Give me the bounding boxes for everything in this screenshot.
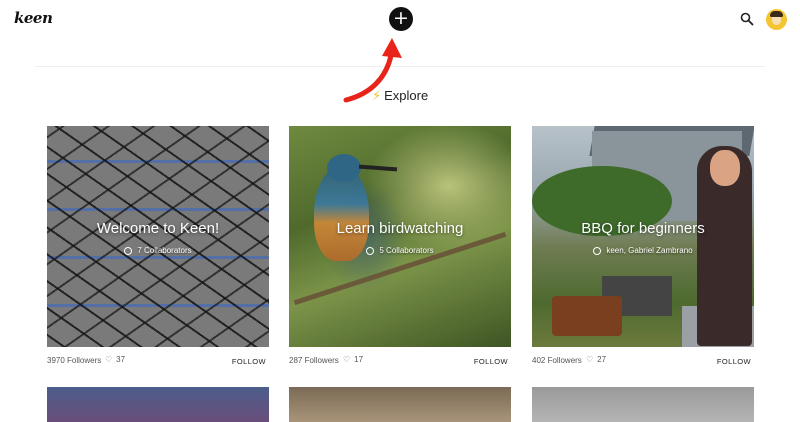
card-collaborators-text: 7 Collaborators xyxy=(137,246,192,255)
search-icon[interactable] xyxy=(740,12,754,26)
diamond-icon: ♡ xyxy=(105,355,113,364)
globe-icon xyxy=(124,246,133,255)
diamond-icon: ♡ xyxy=(586,355,594,364)
card-collaborators: 7 Collaborators xyxy=(124,246,192,255)
collection-card-bbq[interactable]: BBQ for beginners keen, Gabriel Zambrano… xyxy=(532,126,754,372)
globe-icon xyxy=(593,246,602,255)
avatar-hair xyxy=(770,11,783,17)
likes-count: 37 xyxy=(116,355,126,364)
collection-card-image[interactable] xyxy=(532,387,754,422)
card-meta: 3970 Followers ♡ 37 FOLLOW xyxy=(47,350,269,372)
card-image[interactable]: Learn birdwatching 5 Collaborators xyxy=(289,126,511,347)
card-image[interactable]: Welcome to Keen! 7 Collaborators xyxy=(47,126,269,347)
diamond-icon: ♡ xyxy=(343,355,351,364)
explore-heading[interactable]: ⚡ Explore xyxy=(372,88,428,104)
followers-count: 287 Followers xyxy=(289,356,339,365)
card-overlay: Learn birdwatching 5 Collaborators xyxy=(289,126,511,347)
card-collaborators: 5 Collaborators xyxy=(366,246,434,255)
card-meta: 402 Followers ♡ 27 FOLLOW xyxy=(532,350,754,372)
card-collaborators-text: 5 Collaborators xyxy=(379,246,434,255)
collection-card-welcome[interactable]: Welcome to Keen! 7 Collaborators 3970 Fo… xyxy=(47,126,269,372)
likes[interactable]: ♡ 37 xyxy=(105,355,125,364)
globe-icon xyxy=(366,246,375,255)
keen-logo[interactable]: keen xyxy=(14,9,53,27)
followers-count: 402 Followers xyxy=(532,356,582,365)
collection-card-birdwatching[interactable]: Learn birdwatching 5 Collaborators 287 F… xyxy=(289,126,511,372)
follow-button[interactable]: FOLLOW xyxy=(474,357,508,366)
card-title: BBQ for beginners xyxy=(581,220,705,237)
follow-button[interactable]: FOLLOW xyxy=(232,357,266,366)
likes-count: 17 xyxy=(354,355,364,364)
card-overlay: Welcome to Keen! 7 Collaborators xyxy=(47,126,269,347)
card-meta: 287 Followers ♡ 17 FOLLOW xyxy=(289,350,511,372)
likes[interactable]: ♡ 27 xyxy=(586,355,606,364)
likes[interactable]: ♡ 17 xyxy=(343,355,363,364)
follow-button[interactable]: FOLLOW xyxy=(717,357,751,366)
card-image[interactable]: BBQ for beginners keen, Gabriel Zambrano xyxy=(532,126,754,347)
card-overlay: BBQ for beginners keen, Gabriel Zambrano xyxy=(532,126,754,347)
collection-card-image[interactable] xyxy=(289,387,511,422)
top-bar: keen + xyxy=(0,0,800,40)
collection-card-image[interactable] xyxy=(47,387,269,422)
card-title: Welcome to Keen! xyxy=(96,220,220,237)
explore-label: Explore xyxy=(384,88,429,103)
lightning-bolt-icon: ⚡ xyxy=(372,88,382,103)
add-button[interactable]: + xyxy=(389,7,413,31)
user-avatar[interactable] xyxy=(766,9,787,30)
likes-count: 27 xyxy=(597,355,607,364)
card-collaborators-text: keen, Gabriel Zambrano xyxy=(606,246,693,255)
card-collaborators: keen, Gabriel Zambrano xyxy=(593,246,693,255)
card-title: Learn birdwatching xyxy=(336,220,464,237)
followers-count: 3970 Followers xyxy=(47,356,102,365)
